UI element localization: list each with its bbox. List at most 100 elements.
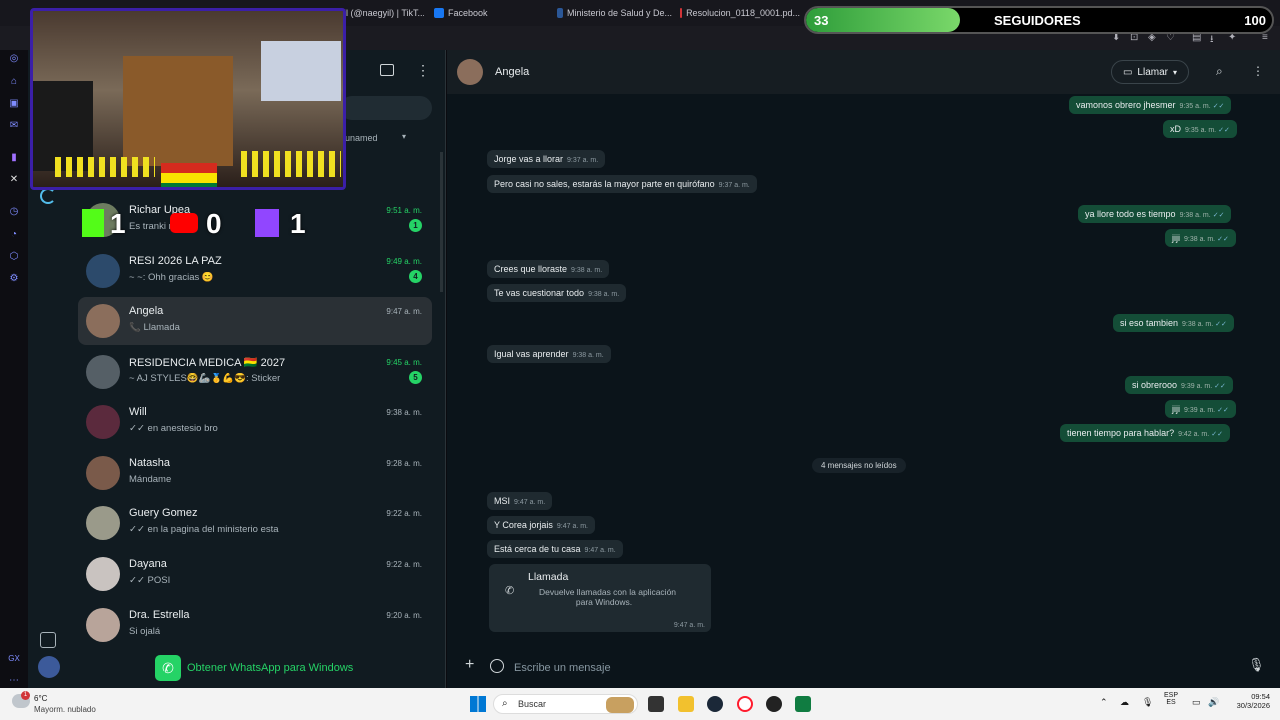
- microphone-icon[interactable]: 🎙: [1248, 657, 1265, 673]
- weather-desc[interactable]: Mayorm. nublado: [34, 705, 96, 714]
- browser-tab[interactable]: Ministerio de Salud y De...: [557, 4, 672, 22]
- volume-icon[interactable]: 🔊: [1208, 697, 1219, 708]
- weather-alert-badge: 1: [21, 691, 30, 700]
- conversation-menu-icon[interactable]: ⋮: [1252, 64, 1264, 78]
- outgoing-message[interactable]: vamonos obrero jhesmer 9:35 a. m. ✓✓: [1069, 96, 1232, 114]
- opera-gx-icon[interactable]: [737, 696, 753, 712]
- wardrobe-shape: [123, 56, 233, 166]
- settings-icon[interactable]: ⚙: [6, 270, 22, 286]
- audio-visualizer-right: [241, 151, 341, 177]
- contact-avatar[interactable]: [457, 59, 483, 85]
- outgoing-message[interactable]: jiji 9:38 a. m. ✓✓: [1165, 229, 1236, 247]
- chat-list-item[interactable]: Dra. Estrella Si ojalá 9:20 a. m.: [78, 601, 432, 649]
- message-time: 9:37 a. m.: [567, 157, 599, 164]
- mail-icon[interactable]: ✉: [6, 117, 22, 133]
- clock-icon[interactable]: ◔: [6, 226, 22, 242]
- contact-name[interactable]: Angela: [495, 66, 529, 78]
- incoming-message[interactable]: Jorge vas a llorar 9:37 a. m.: [487, 150, 606, 168]
- attach-icon[interactable]: +: [465, 656, 474, 674]
- search-input[interactable]: [340, 96, 432, 120]
- incoming-message[interactable]: Crees que lloraste 9:38 a. m.: [487, 260, 610, 278]
- incoming-message[interactable]: Está cerca de tu casa 9:47 a. m.: [487, 540, 623, 558]
- conversation-header[interactable]: Angela ▭ Llamar ▾ ⌕ ⋮: [447, 50, 1280, 94]
- bag-icon[interactable]: ⌂: [6, 73, 22, 89]
- incoming-message[interactable]: Y Corea jorjais 9:47 a. m.: [487, 516, 596, 534]
- steam-icon[interactable]: [707, 696, 723, 712]
- chat-avatar[interactable]: [86, 304, 120, 338]
- chat-list-item[interactable]: Angela 📞 Llamada 9:47 a. m.: [78, 297, 432, 345]
- incoming-message[interactable]: MSI 9:47 a. m.: [487, 492, 553, 510]
- get-whatsapp-banner[interactable]: ✆ Obtener WhatsApp para Windows: [155, 655, 353, 681]
- network-icon[interactable]: ▭: [1192, 697, 1201, 708]
- task-view-icon[interactable]: [648, 696, 664, 712]
- extensions-icon[interactable]: ⬡: [6, 248, 22, 264]
- more-icon[interactable]: ⋯: [6, 672, 22, 688]
- chat-time: 9:45 a. m.: [386, 358, 422, 367]
- chat-list-item[interactable]: RESIDENCIA MEDICA 🇧🇴 2027 ~ AJ STYLES🤓🦾🥇💪…: [78, 348, 432, 396]
- messenger-icon[interactable]: ◎: [6, 50, 22, 66]
- missed-call-card[interactable]: ✆ Llamada Devuelve llamadas con la aplic…: [489, 564, 711, 632]
- chat-list-item[interactable]: RESI 2026 LA PAZ ~ ~: Ohh gracias 😊 9:49 a…: [78, 247, 432, 295]
- chevron-down-icon[interactable]: ▾: [402, 132, 406, 141]
- outgoing-message[interactable]: jiji 9:39 a. m. ✓✓: [1165, 400, 1236, 418]
- obs-icon[interactable]: [766, 696, 782, 712]
- chat-avatar[interactable]: [86, 608, 120, 642]
- excel-icon[interactable]: [795, 696, 811, 712]
- get-whatsapp-label[interactable]: Obtener WhatsApp para Windows: [187, 662, 353, 674]
- gx-icon[interactable]: GX: [6, 650, 22, 666]
- tab-favicon-icon: [557, 8, 563, 18]
- windows-taskbar: 1 6°C Mayorm. nublado ⌕ Buscar ⌃ ☁ 🎙 ESP…: [0, 688, 1280, 720]
- profile-avatar[interactable]: [38, 656, 60, 678]
- incoming-message[interactable]: Igual vas aprender 9:38 a. m.: [487, 345, 611, 363]
- read-ticks-icon: ✓✓: [1217, 407, 1229, 414]
- start-icon[interactable]: [470, 696, 486, 712]
- chevron-down-icon: ▾: [1173, 67, 1178, 77]
- browser-tab[interactable]: Facebook: [434, 4, 524, 22]
- outgoing-message[interactable]: xD 9:35 a. m. ✓✓: [1163, 120, 1237, 138]
- system-clock[interactable]: 09:54 30/3/2026: [1222, 692, 1270, 710]
- taskbar-search[interactable]: ⌕ Buscar: [493, 694, 638, 714]
- chat-avatar[interactable]: [86, 405, 120, 439]
- incoming-message[interactable]: Te vas cuestionar todo 9:38 a. m.: [487, 284, 627, 302]
- x-sidebar-icon[interactable]: ✕: [6, 171, 22, 187]
- outgoing-message[interactable]: si eso tambien 9:38 a. m. ✓✓: [1113, 314, 1234, 332]
- onedrive-icon[interactable]: ☁: [1120, 697, 1129, 708]
- outgoing-message[interactable]: si obrerooo 9:39 a. m. ✓✓: [1125, 376, 1233, 394]
- chat-list-item[interactable]: Guery Gomez ✓✓ en la pagina del ministeri…: [78, 499, 432, 547]
- chat-avatar[interactable]: [86, 506, 120, 540]
- call-button[interactable]: ▭ Llamar ▾: [1111, 60, 1189, 84]
- browser-tab[interactable]: Resolucion_0118_0001.pd...: [680, 4, 800, 22]
- microphone-tray-icon[interactable]: 🎙: [1142, 697, 1153, 708]
- chat-avatar[interactable]: [86, 254, 120, 288]
- chat-list-item[interactable]: Will ✓✓ en anestesio bro 9:38 a. m.: [78, 398, 432, 446]
- player-icon[interactable]: ▣: [6, 95, 22, 111]
- search-icon[interactable]: ⌕: [1216, 64, 1223, 79]
- emoji-icon[interactable]: [490, 659, 504, 673]
- chat-list-menu-icon[interactable]: ⋮: [416, 62, 430, 79]
- chat-list-item[interactable]: Dayana ✓✓ POSI 9:22 a. m.: [78, 550, 432, 598]
- scrollbar[interactable]: [440, 152, 443, 292]
- history-icon[interactable]: ◷: [6, 203, 22, 219]
- chat-name: Will: [129, 406, 147, 418]
- weather-temp[interactable]: 6°C: [34, 694, 47, 703]
- outgoing-message[interactable]: tienen tiempo para hablar? 9:42 a. m. ✓✓: [1060, 424, 1230, 442]
- chat-avatar[interactable]: [86, 355, 120, 389]
- message-text: Te vas cuestionar todo: [494, 288, 585, 298]
- language-indicator[interactable]: ESP ES: [1164, 692, 1178, 706]
- save-icon[interactable]: ⭳: [1210, 32, 1214, 49]
- new-chat-icon[interactable]: [380, 64, 394, 76]
- chat-avatar[interactable]: [86, 557, 120, 591]
- call-card-desc: Devuelve llamadas con la aplicación para…: [539, 587, 676, 607]
- social-counters-overlay: 1 0 1: [80, 203, 320, 243]
- message-input[interactable]: Escribe un mensaje: [514, 656, 1234, 680]
- outgoing-message[interactable]: ya llore todo es tiempo 9:38 a. m. ✓✓: [1078, 205, 1232, 223]
- file-explorer-icon[interactable]: [678, 696, 694, 712]
- twitch-sidebar-icon[interactable]: ▮: [6, 149, 22, 165]
- media-icon[interactable]: [40, 632, 56, 648]
- chevron-up-icon[interactable]: ⌃: [1100, 697, 1108, 708]
- chat-list-item[interactable]: Natasha Mándame 9:28 a. m.: [78, 449, 432, 497]
- chat-time: 9:22 a. m.: [386, 560, 422, 569]
- incoming-message[interactable]: Pero casi no sales, estarás la mayor par…: [487, 175, 757, 193]
- chat-avatar[interactable]: [86, 456, 120, 490]
- chat-preview: Si ojalá: [129, 626, 161, 637]
